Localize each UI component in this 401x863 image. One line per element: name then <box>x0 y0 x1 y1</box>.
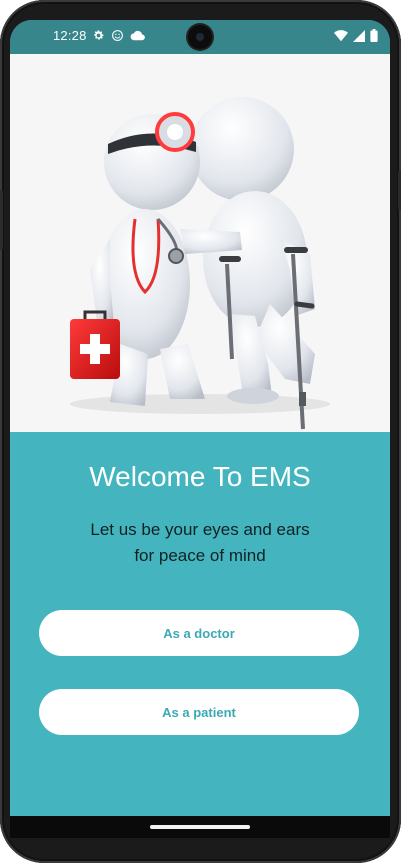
home-indicator[interactable] <box>150 825 250 829</box>
front-camera <box>188 25 212 49</box>
wifi-icon <box>334 29 348 41</box>
hero-image <box>10 54 390 432</box>
status-icons-right <box>334 29 378 42</box>
phone-frame: 12:28 Welcome To EMS Let us be your eyes… <box>0 0 401 863</box>
signal-icon <box>353 29 365 42</box>
doctor-helping-patient-illustration <box>70 97 330 430</box>
status-bar: 12:28 <box>10 20 390 54</box>
app-screen: 12:28 Welcome To EMS Let us be your eyes… <box>10 20 390 816</box>
cloud-icon <box>130 30 145 41</box>
patient-button[interactable]: As a patient <box>39 689 359 735</box>
navigation-bar <box>10 816 390 838</box>
subtitle-line-1: Let us be your eyes and ears <box>90 520 310 539</box>
status-icons-left <box>92 29 145 42</box>
smiley-icon <box>112 30 123 41</box>
volume-button <box>0 190 3 250</box>
welcome-subtitle: Let us be your eyes and ears for peace o… <box>50 517 350 569</box>
settings-icon <box>94 30 104 40</box>
patient-figure <box>190 97 315 430</box>
welcome-title: Welcome To EMS <box>89 461 311 492</box>
battery-icon <box>370 29 378 42</box>
status-time: 12:28 <box>53 28 87 43</box>
doctor-button[interactable]: As a doctor <box>39 610 359 656</box>
subtitle-line-2: for peace of mind <box>134 546 266 565</box>
